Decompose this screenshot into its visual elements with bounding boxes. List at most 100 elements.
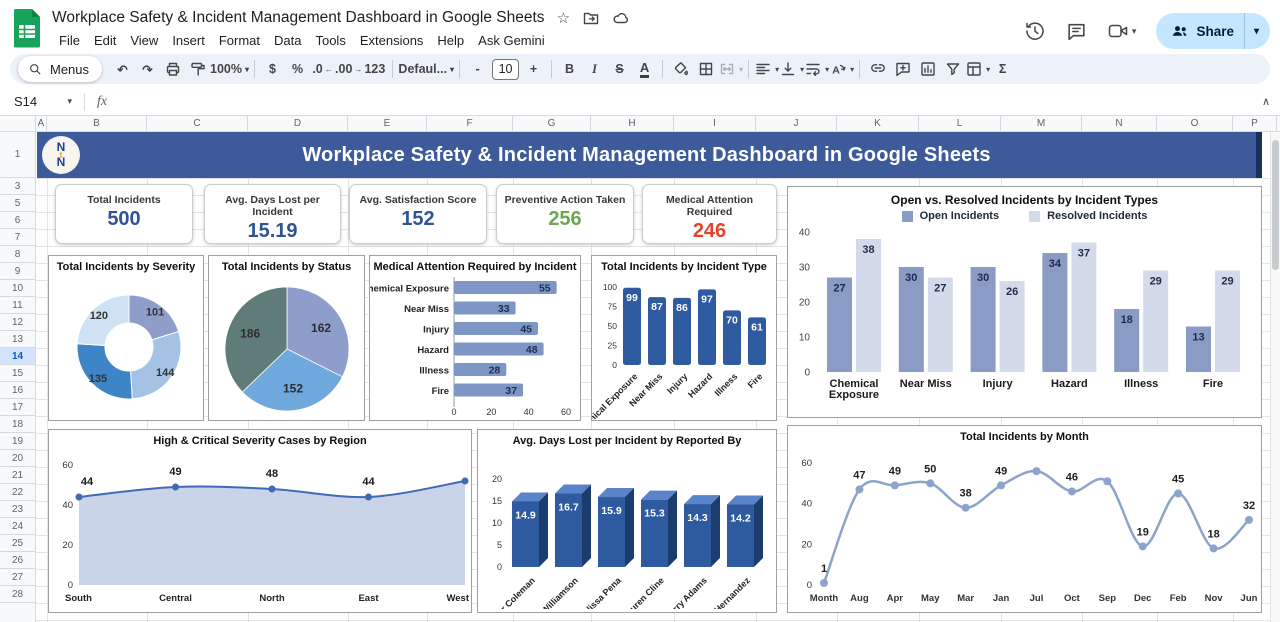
menu-item-insert[interactable]: Insert [165, 31, 212, 50]
row-header-27[interactable]: 27 [0, 569, 35, 586]
font-size-input[interactable]: 10 [492, 59, 519, 80]
strikethrough-button[interactable]: S [607, 57, 632, 82]
bold-button[interactable]: B [557, 57, 582, 82]
decrease-decimal-button[interactable]: .0← [310, 57, 335, 82]
move-folder-icon[interactable] [582, 9, 600, 27]
percent-format-button[interactable]: % [285, 57, 310, 82]
share-button[interactable]: Share ▾ [1156, 13, 1270, 49]
row-header-22[interactable]: 22 [0, 484, 35, 501]
text-color-button[interactable]: A [632, 57, 657, 82]
select-all-corner[interactable] [0, 116, 36, 132]
menu-item-view[interactable]: View [123, 31, 165, 50]
italic-button[interactable]: I [582, 57, 607, 82]
increase-decimal-button[interactable]: .00→ [335, 57, 362, 82]
fill-color-button-icon[interactable] [668, 57, 693, 82]
menu-item-ask-gemini[interactable]: Ask Gemini [471, 31, 551, 50]
column-header-J[interactable]: J [756, 116, 837, 131]
row-header-23[interactable]: 23 [0, 501, 35, 518]
row-header-18[interactable]: 18 [0, 416, 35, 433]
font-size-decrease-button[interactable]: - [465, 57, 490, 82]
row-header-20[interactable]: 20 [0, 450, 35, 467]
table-button-icon[interactable]: ▾ [965, 57, 990, 82]
menu-item-edit[interactable]: Edit [87, 31, 123, 50]
paint-format-button-icon[interactable] [185, 57, 210, 82]
column-header-K[interactable]: K [837, 116, 919, 131]
row-header-11[interactable]: 11 [0, 297, 35, 314]
meet-dropdown-caret[interactable]: ▾ [1132, 26, 1137, 37]
menus-search-pill[interactable]: Menus [18, 56, 102, 82]
row-header-13[interactable]: 13 [0, 331, 35, 348]
row-header-3[interactable]: 3 [0, 178, 35, 195]
row-header-15[interactable]: 15 [0, 365, 35, 382]
row-header-16[interactable]: 16 [0, 382, 35, 399]
kpi-card-total-incidents[interactable]: Total Incidents500 [55, 184, 193, 244]
undo-button[interactable]: ↶ [110, 57, 135, 82]
kpi-card-avg-satisfaction-score[interactable]: Avg. Satisfaction Score152 [349, 184, 487, 244]
column-header-F[interactable]: F [427, 116, 513, 131]
font-select[interactable]: Defaul...▾ [398, 57, 454, 82]
comments-icon[interactable] [1066, 21, 1087, 42]
column-header-M[interactable]: M [1001, 116, 1082, 131]
menu-item-format[interactable]: Format [212, 31, 267, 50]
redo-button[interactable]: ↷ [135, 57, 160, 82]
column-header-L[interactable]: L [919, 116, 1001, 131]
column-header-N[interactable]: N [1082, 116, 1157, 131]
row-header-17[interactable]: 17 [0, 399, 35, 416]
font-size-increase-button[interactable]: + [521, 57, 546, 82]
column-header-B[interactable]: B [47, 116, 147, 131]
row-header-8[interactable]: 8 [0, 246, 35, 263]
chart-panel-medical-hbar[interactable]: Medical Attention Required by Incident 5… [369, 255, 581, 421]
column-header-G[interactable]: G [513, 116, 591, 131]
menu-item-help[interactable]: Help [430, 31, 471, 50]
print-button-icon[interactable] [160, 57, 185, 82]
version-history-icon[interactable] [1024, 20, 1046, 42]
row-header-12[interactable]: 12 [0, 314, 35, 331]
menu-item-file[interactable]: File [52, 31, 87, 50]
collapse-formula-bar-icon[interactable]: ∧ [1262, 95, 1270, 108]
column-header-I[interactable]: I [674, 116, 756, 131]
vertical-scrollbar[interactable] [1270, 132, 1280, 622]
borders-button-icon[interactable] [693, 57, 718, 82]
star-icon[interactable]: ☆ [557, 11, 570, 26]
sheet-grid[interactable]: NtN Workplace Safety & Incident Manageme… [36, 132, 1280, 622]
kpi-card-preventive-action-taken[interactable]: Preventive Action Taken256 [496, 184, 634, 244]
column-header-C[interactable]: C [147, 116, 248, 131]
row-header-10[interactable]: 10 [0, 280, 35, 297]
row-header-24[interactable]: 24 [0, 518, 35, 535]
chart-panel-open-resolved[interactable]: Open vs. Resolved Incidents by Incident … [787, 186, 1262, 418]
menu-item-extensions[interactable]: Extensions [353, 31, 431, 50]
column-header-A[interactable]: A [36, 116, 47, 131]
column-header-D[interactable]: D [248, 116, 348, 131]
column-header-E[interactable]: E [348, 116, 427, 131]
kpi-card-avg-days-lost-per-incident[interactable]: Avg. Days Lost per Incident15.19 [204, 184, 341, 244]
insert-chart-button-icon[interactable] [915, 57, 940, 82]
text-rotate-button-icon[interactable]: A▾ [829, 57, 854, 82]
cell-name-box[interactable]: S14 ▾ [14, 94, 72, 109]
create-filter-button-icon[interactable] [940, 57, 965, 82]
chart-panel-severity-donut[interactable]: Total Incidents by Severity 101144135120 [48, 255, 204, 421]
google-sheets-logo-icon[interactable] [12, 8, 42, 48]
scrollbar-thumb[interactable] [1272, 140, 1279, 270]
insert-comment-button-icon[interactable] [890, 57, 915, 82]
column-header-O[interactable]: O [1157, 116, 1233, 131]
row-header-1[interactable]: 1 [0, 132, 35, 178]
row-header-5[interactable]: 5 [0, 195, 35, 212]
text-wrap-button-icon[interactable]: ▾ [804, 57, 829, 82]
row-header-21[interactable]: 21 [0, 467, 35, 484]
row-header-9[interactable]: 9 [0, 263, 35, 280]
row-header-19[interactable]: 19 [0, 433, 35, 450]
name-box-caret[interactable]: ▾ [67, 96, 72, 107]
column-header-H[interactable]: H [591, 116, 674, 131]
chart-panel-region-area[interactable]: High & Critical Severity Cases by Region… [48, 429, 472, 613]
meet-video-icon[interactable]: ▾ [1107, 21, 1137, 41]
document-title[interactable]: Workplace Safety & Incident Management D… [52, 9, 545, 27]
row-header-6[interactable]: 6 [0, 212, 35, 229]
chart-panel-status-pie[interactable]: Total Incidents by Status 162152186 [208, 255, 365, 421]
row-header-25[interactable]: 25 [0, 535, 35, 552]
row-header-26[interactable]: 26 [0, 552, 35, 569]
chart-panel-type-vbar[interactable]: Total Incidents by Incident Type 0255075… [591, 255, 777, 421]
row-header-14[interactable]: 14 [0, 348, 35, 365]
zoom-select[interactable]: 100%▾ [210, 57, 249, 82]
functions-button[interactable]: Σ [990, 57, 1015, 82]
vertical-align-button-icon[interactable]: ▾ [779, 57, 804, 82]
